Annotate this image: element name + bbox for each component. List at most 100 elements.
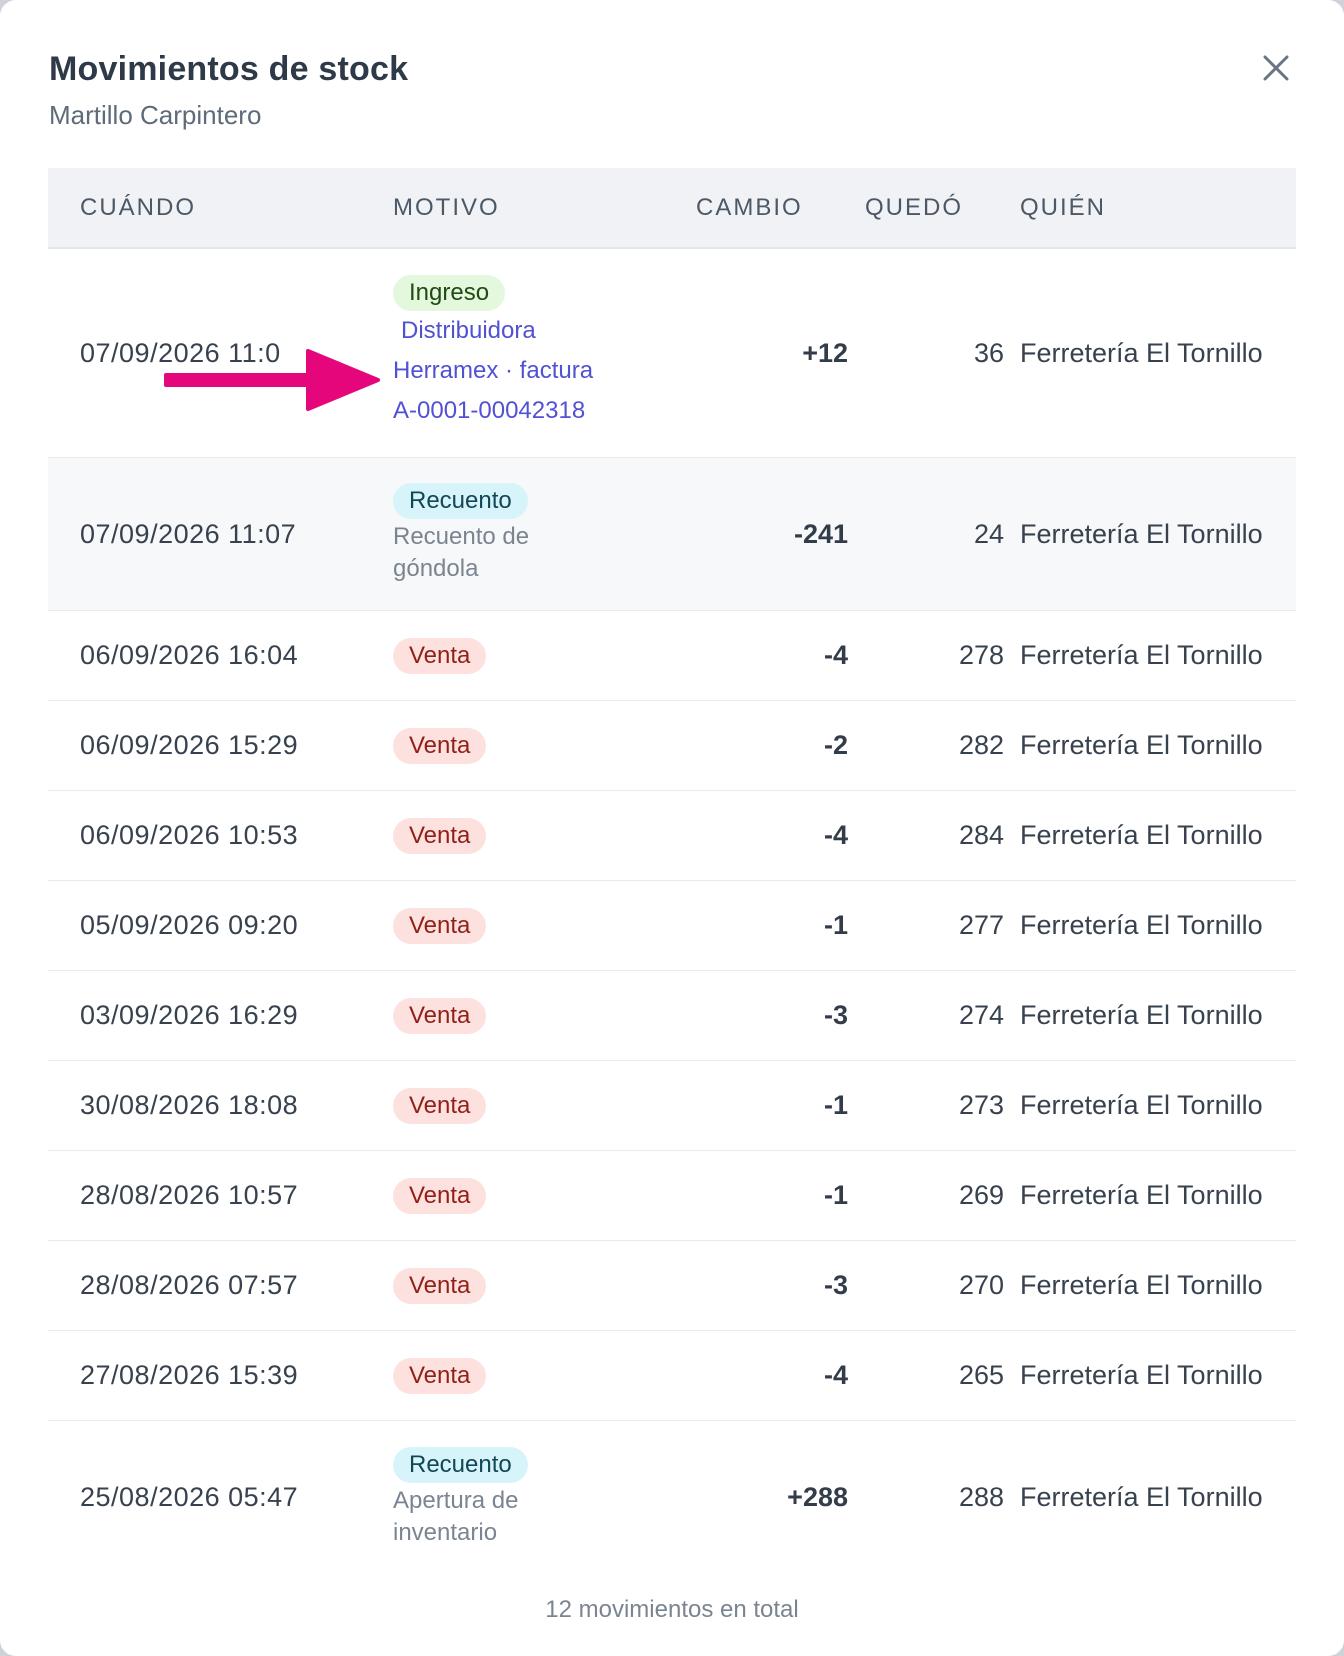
row-change: -1 bbox=[823, 910, 848, 940]
row-change: -1 bbox=[823, 1090, 848, 1120]
row-who: Ferretería El Tornillo bbox=[1020, 1270, 1263, 1300]
row-who: Ferretería El Tornillo bbox=[1020, 1180, 1263, 1210]
row-change: -4 bbox=[823, 820, 848, 850]
header-when[interactable]: CUÁNDO bbox=[80, 168, 196, 247]
row-left: 36 bbox=[973, 337, 1004, 368]
row-change: -241 bbox=[793, 518, 848, 549]
table-row[interactable]: 28/08/2026 10:57 Venta -1 269 Ferretería… bbox=[48, 1151, 1296, 1241]
row-left: 265 bbox=[958, 1360, 1004, 1390]
row-who: Ferretería El Tornillo bbox=[1020, 730, 1263, 760]
movements-table: CUÁNDO MOTIVO CAMBIO QUEDÓ QUIÉN 07/09/2… bbox=[48, 168, 1296, 1574]
row-who: Ferretería El Tornillo bbox=[1020, 337, 1263, 368]
row-who: Ferretería El Tornillo bbox=[1020, 1482, 1263, 1512]
table-row[interactable]: 25/08/2026 05:47 Recuento Apertura de in… bbox=[48, 1421, 1296, 1574]
row-change: -3 bbox=[823, 1270, 848, 1300]
row-who: Ferretería El Tornillo bbox=[1020, 910, 1263, 940]
row-motivo: Venta bbox=[393, 1151, 653, 1240]
row-motivo: Venta bbox=[393, 971, 653, 1060]
row-when: 06/09/2026 16:04 bbox=[80, 640, 299, 670]
link-line: A-0001-00042318 bbox=[393, 397, 586, 424]
venta-badge: Venta bbox=[393, 727, 487, 764]
row-note: Apertura de inventario bbox=[393, 1485, 593, 1549]
row-motivo: Recuento Apertura de inventario bbox=[393, 1421, 653, 1574]
venta-badge: Venta bbox=[393, 1087, 487, 1124]
row-left: 278 bbox=[958, 640, 1004, 670]
header-left[interactable]: QUEDÓ bbox=[865, 168, 963, 247]
close-button[interactable] bbox=[1258, 50, 1294, 86]
row-when: 06/09/2026 10:53 bbox=[80, 820, 299, 850]
recuento-badge: Recuento bbox=[393, 1446, 528, 1483]
row-left: 274 bbox=[958, 1000, 1004, 1030]
ingreso-badge: Ingreso bbox=[393, 275, 506, 311]
row-motivo: Ingreso Distribuidora Herramex · factura… bbox=[393, 249, 653, 457]
row-motivo: Venta bbox=[393, 881, 653, 970]
row-when: 27/08/2026 15:39 bbox=[80, 1360, 299, 1390]
row-change: -1 bbox=[823, 1180, 848, 1210]
table-row[interactable]: 06/09/2026 10:53 Venta -4 284 Ferretería… bbox=[48, 791, 1296, 881]
table-row[interactable]: 06/09/2026 16:04 Venta -4 278 Ferretería… bbox=[48, 611, 1296, 701]
note-line: góndola bbox=[393, 555, 479, 582]
row-who: Ferretería El Tornillo bbox=[1020, 640, 1263, 670]
row-who: Ferretería El Tornillo bbox=[1020, 1090, 1263, 1120]
table-row[interactable]: 07/09/2026 11:0 Ingreso Distribuidora He… bbox=[48, 249, 1296, 458]
table-row[interactable]: 05/09/2026 09:20 Venta -1 277 Ferretería… bbox=[48, 881, 1296, 971]
table-row[interactable]: 27/08/2026 15:39 Venta -4 265 Ferretería… bbox=[48, 1331, 1296, 1421]
modal-subtitle: Martillo Carpintero bbox=[49, 100, 262, 130]
table-row[interactable]: 28/08/2026 07:57 Venta -3 270 Ferretería… bbox=[48, 1241, 1296, 1331]
table-row[interactable]: 07/09/2026 11:07 Recuento Recuento de gó… bbox=[48, 458, 1296, 611]
row-when: 28/08/2026 10:57 bbox=[80, 1180, 299, 1210]
row-change: +12 bbox=[802, 337, 848, 368]
venta-badge: Venta bbox=[393, 817, 487, 854]
row-left: 282 bbox=[958, 730, 1004, 760]
row-left: 270 bbox=[958, 1270, 1004, 1300]
modal-title: Movimientos de stock bbox=[49, 50, 409, 88]
row-note: Recuento de góndola bbox=[393, 521, 593, 585]
row-when: 28/08/2026 07:57 bbox=[80, 1270, 299, 1300]
row-who: Ferretería El Tornillo bbox=[1020, 820, 1263, 850]
row-motivo: Venta bbox=[393, 611, 653, 700]
row-when: 07/09/2026 11:0 bbox=[80, 337, 281, 368]
link-line: Herramex · factura bbox=[393, 357, 594, 384]
note-line: Recuento de bbox=[393, 523, 530, 550]
note-line: Apertura de bbox=[393, 1486, 519, 1514]
table-row[interactable]: 30/08/2026 18:08 Venta -1 273 Ferretería… bbox=[48, 1061, 1296, 1151]
link-line: Distribuidora bbox=[401, 317, 536, 344]
table-row[interactable]: 03/09/2026 16:29 Venta -3 274 Ferretería… bbox=[48, 971, 1296, 1061]
row-change: -3 bbox=[823, 1000, 848, 1030]
row-when: 03/09/2026 16:29 bbox=[80, 1000, 299, 1030]
venta-badge: Venta bbox=[393, 1357, 487, 1394]
row-change: -2 bbox=[823, 730, 848, 760]
row-motivo: Venta bbox=[393, 1061, 653, 1150]
row-when: 07/09/2026 11:07 bbox=[80, 518, 297, 549]
row-left: 269 bbox=[958, 1180, 1004, 1210]
row-when: 30/08/2026 18:08 bbox=[80, 1090, 299, 1120]
venta-badge: Venta bbox=[393, 1177, 487, 1214]
close-icon bbox=[1263, 55, 1289, 81]
row-when: 06/09/2026 15:29 bbox=[80, 730, 299, 760]
row-change: +288 bbox=[787, 1482, 848, 1512]
row-left: 273 bbox=[958, 1090, 1004, 1120]
header-change[interactable]: CAMBIO bbox=[696, 168, 803, 247]
row-who: Ferretería El Tornillo bbox=[1020, 1360, 1263, 1390]
row-motivo: Venta bbox=[393, 1331, 653, 1420]
row-motivo: Venta bbox=[393, 1241, 653, 1330]
recuento-badge: Recuento bbox=[393, 483, 528, 519]
header-who[interactable]: QUIÉN bbox=[1020, 168, 1106, 247]
row-left: 24 bbox=[973, 518, 1004, 549]
table-row[interactable]: 06/09/2026 15:29 Venta -2 282 Ferretería… bbox=[48, 701, 1296, 791]
row-left: 284 bbox=[958, 820, 1004, 850]
stock-movements-modal: Movimientos de stock Martillo Carpintero… bbox=[0, 0, 1344, 1656]
venta-badge: Venta bbox=[393, 907, 487, 944]
row-left: 288 bbox=[958, 1482, 1004, 1512]
row-left: 277 bbox=[958, 910, 1004, 940]
invoice-link[interactable]: Distribuidora Herramex · factura A-0001-… bbox=[393, 311, 633, 431]
venta-badge: Venta bbox=[393, 1267, 487, 1304]
row-who: Ferretería El Tornillo bbox=[1020, 518, 1263, 549]
row-when: 25/08/2026 05:47 bbox=[80, 1482, 299, 1512]
header-motivo[interactable]: MOTIVO bbox=[393, 168, 500, 247]
note-line: inventario bbox=[393, 1518, 498, 1546]
row-change: -4 bbox=[823, 1360, 848, 1390]
venta-badge: Venta bbox=[393, 637, 487, 674]
row-change: -4 bbox=[823, 640, 848, 670]
row-motivo: Recuento Recuento de góndola bbox=[393, 458, 653, 610]
